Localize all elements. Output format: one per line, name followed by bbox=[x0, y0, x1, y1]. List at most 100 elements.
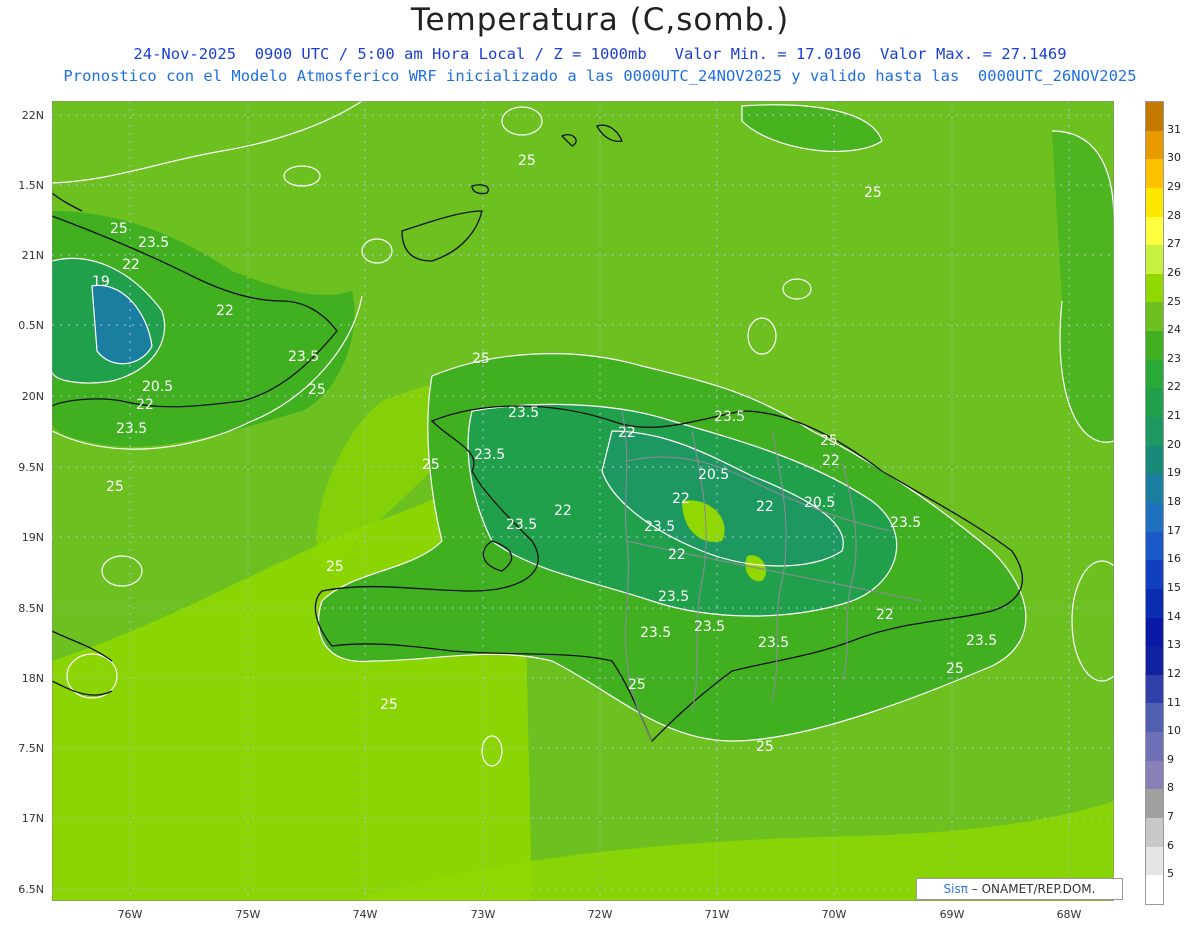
lat-label: 18N bbox=[21, 672, 44, 685]
contour-label: 23.5 bbox=[508, 405, 539, 421]
colorbar-label: 30 bbox=[1167, 151, 1181, 165]
lon-label: 73W bbox=[470, 908, 496, 921]
colorbar-label: 19 bbox=[1167, 466, 1181, 480]
forecast-time-subtitle: 24-Nov-2025 0900 UTC / 5:00 am Hora Loca… bbox=[133, 45, 1067, 63]
contour-label: 20.5 bbox=[698, 467, 729, 483]
colorbar-swatch bbox=[1146, 359, 1163, 389]
colorbar-label: 21 bbox=[1167, 409, 1181, 423]
contour-label: 25 bbox=[946, 661, 964, 677]
map-title: Temperatura (C,somb.) bbox=[410, 2, 790, 38]
contour-label: 25 bbox=[106, 479, 124, 495]
contour-label: 23.5 bbox=[966, 633, 997, 649]
lon-label: 68W bbox=[1056, 908, 1082, 921]
contour-label: 23.5 bbox=[288, 349, 319, 365]
colorbar-label: 23 bbox=[1167, 351, 1181, 365]
contour-label: 23.5 bbox=[474, 447, 505, 463]
colorbar-label: 6 bbox=[1167, 838, 1174, 852]
colorbar-swatch bbox=[1146, 216, 1163, 246]
colorbar-label: 17 bbox=[1167, 523, 1181, 537]
lat-label: 9.5N bbox=[18, 461, 44, 474]
contour-label: 22 bbox=[668, 547, 686, 563]
colorbar-label: 9 bbox=[1167, 752, 1174, 766]
colorbar-label: 25 bbox=[1167, 294, 1181, 308]
colorbar-swatch bbox=[1146, 159, 1163, 188]
lon-label: 76W bbox=[117, 908, 143, 921]
contour-label: 23.5 bbox=[138, 235, 169, 251]
credit-box: Sisπ – ONAMET/REP.DOM. bbox=[916, 878, 1123, 900]
colorbar-label: 11 bbox=[1167, 695, 1181, 709]
contour-label: 25 bbox=[628, 677, 646, 693]
contour-label: 25 bbox=[308, 382, 326, 398]
contour-label: 22 bbox=[136, 397, 154, 413]
colorbar-label: 15 bbox=[1167, 580, 1181, 594]
contour-label: 23.5 bbox=[714, 409, 745, 425]
colorbar-label: 28 bbox=[1167, 208, 1181, 222]
colorbar-swatch bbox=[1146, 302, 1163, 332]
lon-label: 71W bbox=[704, 908, 730, 921]
lon-label: 72W bbox=[587, 908, 613, 921]
colorbar-swatch bbox=[1146, 245, 1163, 274]
lat-label: 0.5N bbox=[18, 319, 44, 332]
colorbar-swatch bbox=[1146, 531, 1163, 561]
colorbar-swatch bbox=[1146, 273, 1163, 303]
colorbar-swatch bbox=[1146, 703, 1163, 733]
colorbar-label: 5 bbox=[1167, 867, 1174, 881]
colorbar-label: 16 bbox=[1167, 552, 1181, 566]
lat-label: 1.5N bbox=[18, 179, 44, 192]
colorbar-swatch bbox=[1146, 102, 1163, 131]
colorbar-swatch bbox=[1146, 760, 1163, 790]
colorbar-label: 7 bbox=[1167, 810, 1174, 824]
contour-label: 25 bbox=[756, 739, 774, 755]
contour-label: 22 bbox=[822, 453, 840, 469]
lat-label: 21N bbox=[21, 249, 44, 262]
colorbar-label: 22 bbox=[1167, 380, 1181, 394]
lon-label: 70W bbox=[821, 908, 847, 921]
colorbar-swatch bbox=[1146, 445, 1163, 475]
lat-label: 7.5N bbox=[18, 742, 44, 755]
contour-label: 23.5 bbox=[758, 635, 789, 651]
contour-label: 22 bbox=[756, 499, 774, 515]
contour-label: 23.5 bbox=[116, 421, 147, 437]
contour-label: 22 bbox=[554, 503, 572, 519]
lat-label: 20N bbox=[21, 390, 44, 403]
credit-text: – ONAMET/REP.DOM. bbox=[971, 882, 1096, 896]
lat-label: 17N bbox=[21, 812, 44, 825]
colorbar-swatch bbox=[1146, 674, 1163, 704]
temperature-map: 25 23.5 22 19 22 23.5 20.5 22 25 23.5 25… bbox=[51, 100, 1133, 902]
contour-label: 23.5 bbox=[890, 515, 921, 531]
contour-label: 25 bbox=[518, 153, 536, 169]
contour-label: 23.5 bbox=[506, 517, 537, 533]
colorbar-label: 26 bbox=[1167, 265, 1181, 279]
lon-label: 75W bbox=[235, 908, 261, 921]
colorbar-swatch bbox=[1146, 732, 1163, 761]
colorbar-swatch bbox=[1146, 331, 1163, 360]
lat-label: 6.5N bbox=[18, 883, 44, 896]
colorbar-label: 14 bbox=[1167, 609, 1181, 623]
colorbar-swatch bbox=[1146, 474, 1163, 503]
colorbar-label: 31 bbox=[1167, 122, 1181, 136]
contour-label: 20.5 bbox=[804, 495, 835, 511]
contour-label: 22 bbox=[618, 425, 636, 441]
contour-label: 25 bbox=[422, 457, 440, 473]
contour-label: 20.5 bbox=[142, 379, 173, 395]
colorbar-swatch bbox=[1146, 617, 1163, 647]
lat-label: 19N bbox=[21, 531, 44, 544]
colorbar-swatch bbox=[1146, 130, 1163, 160]
contour-label: 25 bbox=[326, 559, 344, 575]
colorbar-swatch bbox=[1146, 875, 1163, 904]
contour-label: 25 bbox=[864, 185, 882, 201]
contour-label: 25 bbox=[472, 351, 490, 367]
colorbar-swatch bbox=[1146, 818, 1163, 847]
model-info-subtitle: Pronostico con el Modelo Atmosferico WRF… bbox=[63, 67, 1137, 85]
contour-label: 19 bbox=[92, 274, 110, 290]
colorbar bbox=[1145, 101, 1164, 905]
contour-label: 23.5 bbox=[658, 589, 689, 605]
contour-label: 25 bbox=[820, 433, 838, 449]
contour-label: 22 bbox=[122, 257, 140, 273]
contour-label: 22 bbox=[216, 303, 234, 319]
contour-label: 25 bbox=[110, 221, 128, 237]
contour-label: 22 bbox=[672, 491, 690, 507]
colorbar-label: 20 bbox=[1167, 437, 1181, 451]
colorbar-label: 24 bbox=[1167, 323, 1181, 337]
colorbar-swatch bbox=[1146, 417, 1163, 446]
